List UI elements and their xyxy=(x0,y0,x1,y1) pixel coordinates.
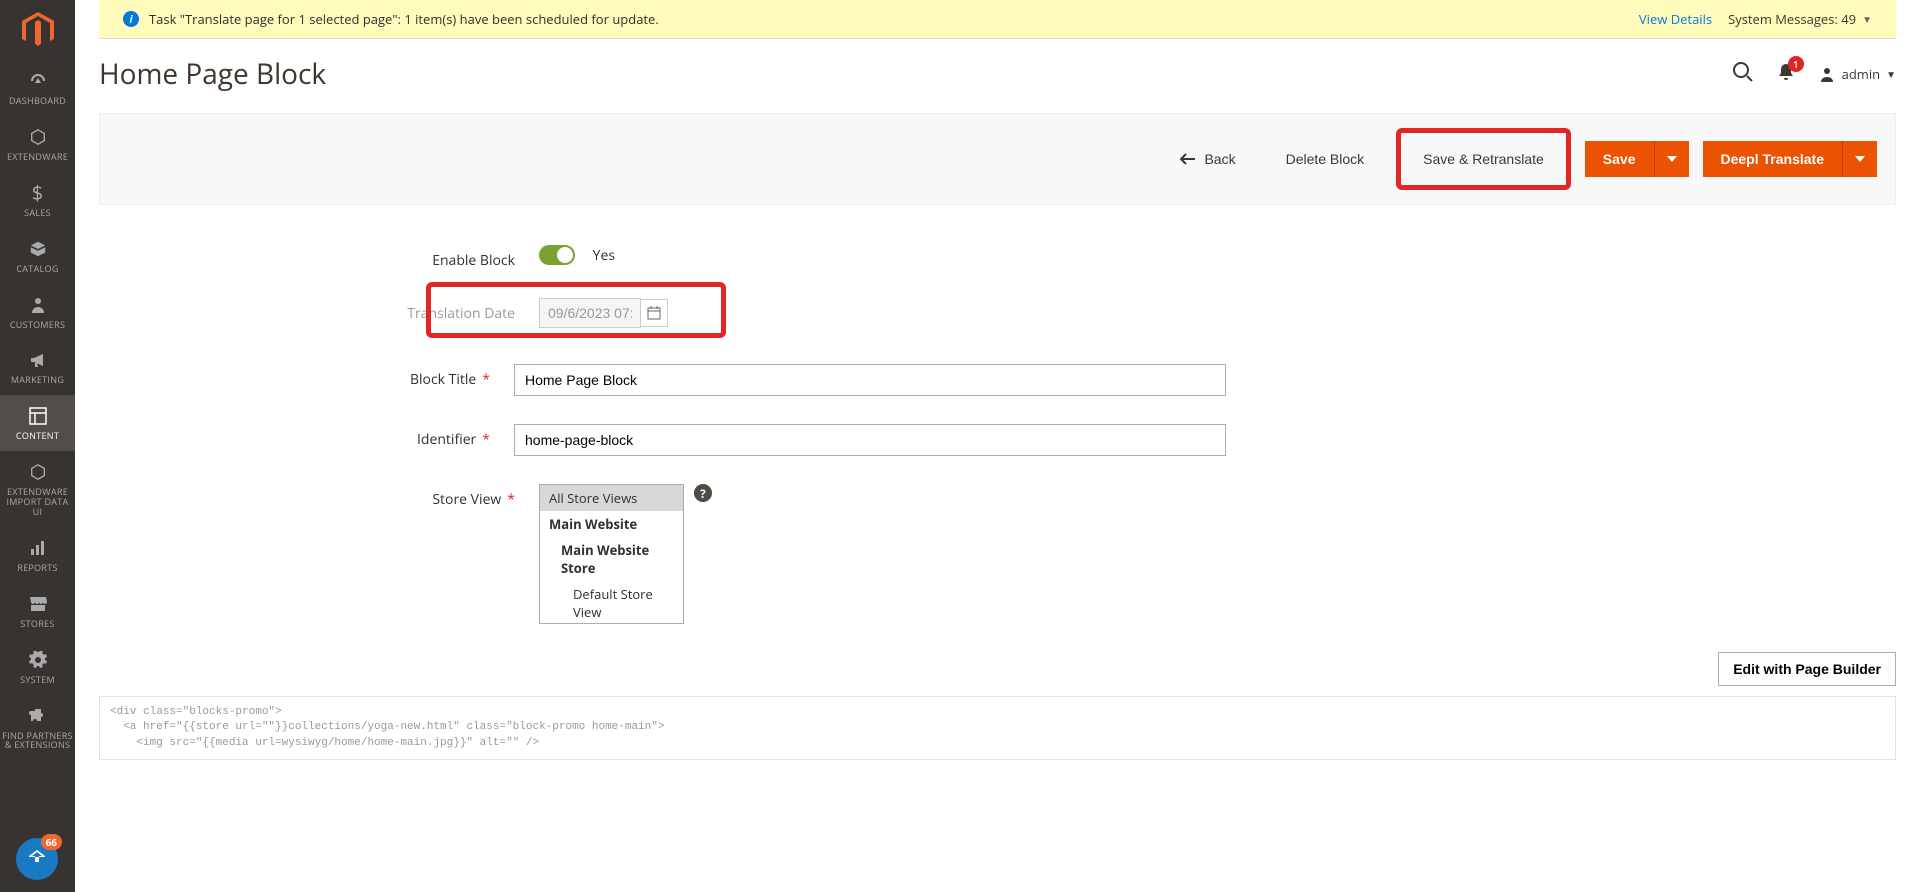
enable-block-value: Yes xyxy=(593,246,615,265)
sidebar-item-sales[interactable]: $ SALES xyxy=(0,172,75,228)
sidebar-label: MARKETING xyxy=(11,375,64,385)
sidebar-item-extendware[interactable]: EXTENDWARE xyxy=(0,116,75,172)
row-block-title: Block Title xyxy=(99,364,1226,396)
sidebar-item-content[interactable]: CONTENT xyxy=(0,395,75,451)
sidebar-label: EXTENDWARE xyxy=(7,152,68,162)
notifications-icon[interactable]: 1 xyxy=(1776,62,1796,87)
highlight-save-retranslate: Save & Retranslate xyxy=(1396,128,1571,190)
floating-help-badge[interactable]: 66 xyxy=(16,838,58,880)
deepl-split-button: Deepl Translate xyxy=(1703,141,1878,177)
sidebar-item-partners[interactable]: FIND PARTNERS & EXTENSIONS xyxy=(0,695,75,761)
sidebar-label: FIND PARTNERS & EXTENSIONS xyxy=(2,731,73,751)
row-store-view: Store View All Store Views Main Website … xyxy=(99,484,1226,624)
cube-icon xyxy=(2,238,73,260)
system-message-bar: i Task "Translate page for 1 selected pa… xyxy=(99,0,1896,39)
translation-date-input xyxy=(539,298,641,328)
sidebar-label: EXTENDWARE IMPORT DATA UI xyxy=(2,487,73,517)
sidebar-item-system[interactable]: SYSTEM xyxy=(0,639,75,695)
sidebar-label: REPORTS xyxy=(17,563,58,573)
info-icon: i xyxy=(123,11,139,27)
dashboard-icon xyxy=(2,70,73,92)
sidebar-item-stores[interactable]: STORES xyxy=(0,583,75,639)
bars-icon xyxy=(2,537,73,559)
system-message-count[interactable]: System Messages: 49 xyxy=(1728,10,1856,28)
gear-icon xyxy=(2,649,73,671)
store-view-option-main-website[interactable]: Main Website xyxy=(540,511,683,537)
row-translation-date: Translation Date xyxy=(99,298,1226,328)
main-content: i Task "Translate page for 1 selected pa… xyxy=(75,0,1920,760)
sidebar-label: DASHBOARD xyxy=(9,96,66,106)
sidebar-item-marketing[interactable]: MARKETING xyxy=(0,339,75,395)
sidebar-item-reports[interactable]: REPORTS xyxy=(0,527,75,583)
form-area: Enable Block Yes Translation Date Block … xyxy=(75,205,1250,624)
content-code-area[interactable]: <div class="blocks-promo"> <a href="{{st… xyxy=(99,696,1896,760)
block-title-label: Block Title xyxy=(99,364,514,389)
puzzle-icon xyxy=(2,705,73,727)
enable-block-label: Enable Block xyxy=(99,245,539,270)
identifier-input[interactable] xyxy=(514,424,1226,456)
sidebar-label: SYSTEM xyxy=(20,675,55,685)
hex-icon xyxy=(2,126,73,148)
enable-block-toggle[interactable] xyxy=(539,245,575,265)
store-view-option-all[interactable]: All Store Views xyxy=(540,485,683,511)
user-menu[interactable]: admin ▼ xyxy=(1818,65,1896,83)
sidebar-item-customers[interactable]: CUSTOMERS xyxy=(0,284,75,340)
chevron-down-icon[interactable]: ▼ xyxy=(1862,12,1872,26)
sidebar-label: SALES xyxy=(24,208,51,218)
megaphone-icon xyxy=(2,349,73,371)
search-icon[interactable] xyxy=(1732,61,1754,88)
dollar-icon: $ xyxy=(2,182,73,204)
delete-block-button[interactable]: Delete Block xyxy=(1268,141,1383,177)
save-dropdown-toggle[interactable] xyxy=(1654,141,1689,177)
row-identifier: Identifier xyxy=(99,424,1226,456)
sidebar-item-catalog[interactable]: CATALOG xyxy=(0,228,75,284)
view-details-link[interactable]: View Details xyxy=(1639,10,1712,28)
admin-sidebar: DASHBOARD EXTENDWARE $ SALES CATALOG CUST… xyxy=(0,0,75,892)
person-icon xyxy=(2,294,73,316)
save-retranslate-button[interactable]: Save & Retranslate xyxy=(1405,141,1562,177)
store-view-select[interactable]: All Store Views Main Website Main Websit… xyxy=(539,484,684,624)
calendar-icon[interactable] xyxy=(641,299,668,327)
sidebar-item-dashboard[interactable]: DASHBOARD xyxy=(0,60,75,116)
store-view-option-default[interactable]: Default Store View xyxy=(540,581,683,624)
store-view-option-main-store[interactable]: Main Website Store xyxy=(540,537,683,581)
notification-badge: 1 xyxy=(1788,56,1804,72)
storefront-icon xyxy=(2,593,73,615)
system-message-text: Task "Translate page for 1 selected page… xyxy=(149,10,1639,28)
deepl-translate-button[interactable]: Deepl Translate xyxy=(1703,141,1843,177)
page-header: Home Page Block 1 admin ▼ xyxy=(75,39,1920,93)
back-button[interactable]: Back xyxy=(1162,141,1253,177)
translation-date-label: Translation Date xyxy=(99,298,539,323)
row-enable-block: Enable Block Yes xyxy=(99,245,1226,270)
layout-icon xyxy=(2,405,73,427)
sidebar-label: CATALOG xyxy=(16,264,58,274)
hex-icon xyxy=(2,461,73,483)
action-toolbar: Back Delete Block Save & Retranslate Sav… xyxy=(99,113,1896,205)
identifier-label: Identifier xyxy=(99,424,514,449)
pagebuilder-row: Edit with Page Builder xyxy=(75,652,1920,686)
floating-count: 66 xyxy=(41,834,62,850)
sidebar-item-extendware-import[interactable]: EXTENDWARE IMPORT DATA UI xyxy=(0,451,75,527)
sidebar-label: STORES xyxy=(20,619,54,629)
chevron-down-icon: ▼ xyxy=(1886,67,1896,81)
save-button[interactable]: Save xyxy=(1585,141,1654,177)
store-view-label: Store View xyxy=(99,484,539,509)
edit-pagebuilder-button[interactable]: Edit with Page Builder xyxy=(1718,652,1896,686)
sidebar-label: CUSTOMERS xyxy=(10,320,65,330)
deepl-dropdown-toggle[interactable] xyxy=(1842,141,1877,177)
help-icon[interactable]: ? xyxy=(694,484,712,502)
username: admin xyxy=(1842,65,1880,83)
save-split-button: Save xyxy=(1585,141,1689,177)
page-title: Home Page Block xyxy=(99,55,1732,93)
sidebar-label: CONTENT xyxy=(16,431,59,441)
magento-logo[interactable] xyxy=(0,0,75,60)
block-title-input[interactable] xyxy=(514,364,1226,396)
